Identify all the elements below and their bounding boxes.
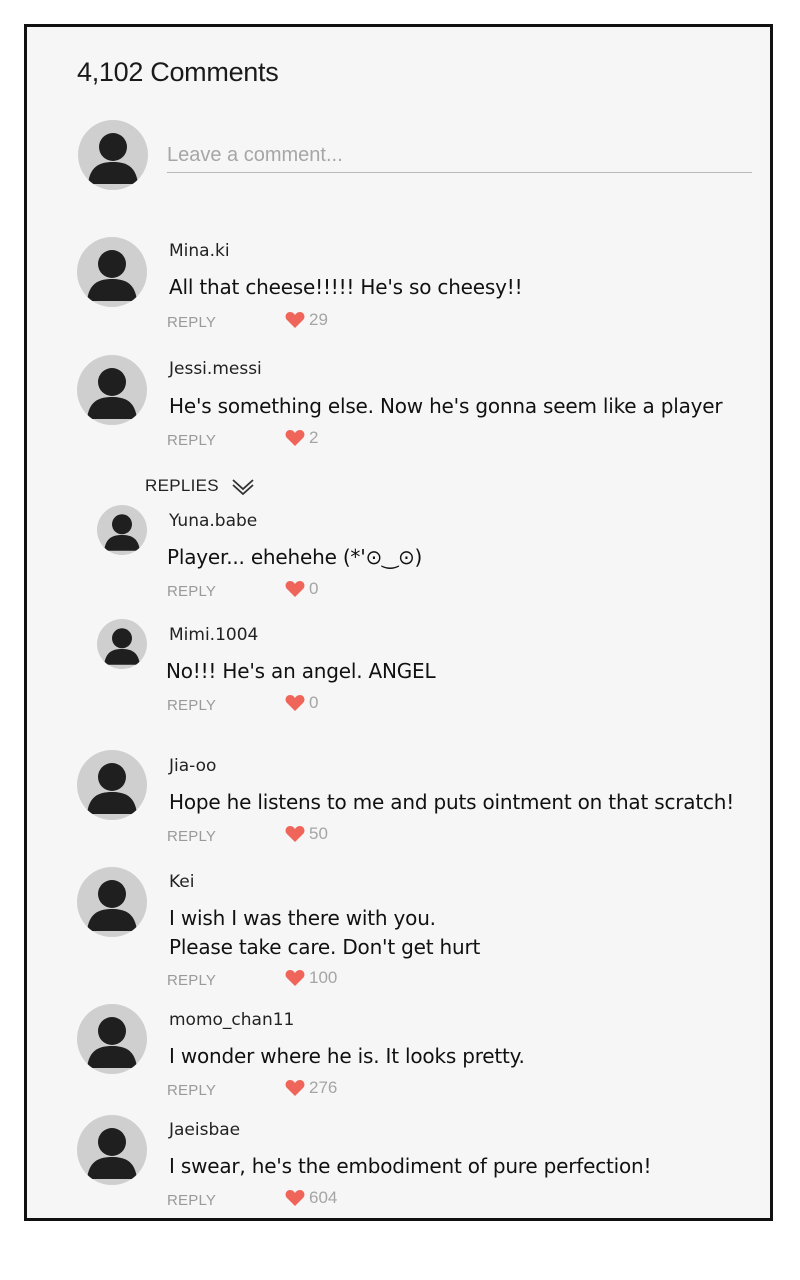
like-count: 276	[309, 1078, 338, 1097]
avatar[interactable]	[97, 619, 147, 669]
comment-username[interactable]: Jessi.messi	[169, 359, 262, 379]
like-button[interactable]: 276	[285, 1078, 337, 1098]
avatar[interactable]	[77, 867, 147, 937]
comment-username[interactable]: momo_chan11	[169, 1010, 294, 1030]
comment-text: Hope he listens to me and puts ointment …	[169, 790, 735, 814]
comment-text: All that cheese!!!!! He's so cheesy!!	[169, 275, 523, 299]
heart-icon	[285, 312, 305, 328]
reply-text: Player... ehehehe (*'⊙‿⊙)	[167, 545, 423, 569]
comments-panel: 4,102 Comments Mina.ki All that cheese!!…	[24, 24, 773, 1221]
comments-count-title: 4,102 Comments	[77, 57, 279, 87]
current-user-avatar	[78, 120, 148, 190]
replies-toggle[interactable]: REPLIES	[145, 476, 255, 496]
reply-username[interactable]: Yuna.babe	[169, 511, 257, 531]
reply-button[interactable]: REPLY	[167, 972, 216, 989]
person-silhouette-icon	[87, 1017, 137, 1068]
like-button[interactable]: 2	[285, 428, 318, 448]
replies-label: REPLIES	[145, 476, 219, 495]
heart-icon	[285, 581, 305, 597]
person-silhouette-icon	[87, 250, 137, 301]
person-silhouette-icon	[87, 368, 137, 419]
like-count: 0	[309, 579, 319, 598]
comment-text: I wonder where he is. It looks pretty.	[169, 1044, 525, 1068]
like-count: 0	[309, 693, 319, 712]
reply-button[interactable]: REPLY	[167, 1192, 216, 1209]
like-count: 604	[309, 1188, 338, 1207]
like-button[interactable]: 50	[285, 824, 328, 844]
heart-icon	[285, 1190, 305, 1206]
person-silhouette-icon	[104, 514, 140, 551]
reply-username[interactable]: Mimi.1004	[169, 625, 258, 645]
reply-button[interactable]: REPLY	[167, 314, 216, 331]
like-count: 29	[309, 310, 328, 329]
heart-icon	[285, 695, 305, 711]
comment-username[interactable]: Jia-oo	[169, 756, 216, 776]
comment-text: He's something else. Now he's gonna seem…	[169, 394, 723, 418]
avatar[interactable]	[77, 750, 147, 820]
reply-button[interactable]: REPLY	[167, 1082, 216, 1099]
comment-username[interactable]: Jaeisbae	[169, 1120, 240, 1140]
double-chevron-down-icon	[232, 479, 254, 495]
comment-text-line-1: I wish I was there with you.	[169, 906, 436, 930]
reply-button[interactable]: REPLY	[167, 697, 216, 714]
like-button[interactable]: 0	[285, 693, 318, 713]
like-count: 50	[309, 824, 328, 843]
comment-username[interactable]: Kei	[169, 872, 194, 892]
reply-button[interactable]: REPLY	[167, 432, 216, 449]
heart-icon	[285, 430, 305, 446]
person-silhouette-icon	[87, 880, 137, 931]
like-count: 100	[309, 968, 338, 987]
avatar[interactable]	[97, 505, 147, 555]
like-button[interactable]: 604	[285, 1188, 337, 1208]
like-button[interactable]: 100	[285, 968, 337, 988]
like-button[interactable]: 0	[285, 579, 318, 599]
person-silhouette-icon	[104, 628, 140, 665]
person-silhouette-icon	[87, 763, 137, 814]
comment-username[interactable]: Mina.ki	[169, 241, 230, 261]
avatar[interactable]	[77, 355, 147, 425]
person-silhouette-icon	[87, 1128, 137, 1179]
reply-button[interactable]: REPLY	[167, 828, 216, 845]
comment-input[interactable]	[167, 139, 752, 173]
comment-text: I swear, he's the embodiment of pure per…	[169, 1154, 652, 1178]
reply-text: No!!! He's an angel. ANGEL	[166, 659, 436, 683]
like-count: 2	[309, 428, 319, 447]
heart-icon	[285, 826, 305, 842]
person-silhouette-icon	[88, 133, 138, 184]
avatar[interactable]	[77, 1004, 147, 1074]
comment-text-line-2: Please take care. Don't get hurt	[169, 935, 481, 959]
reply-button[interactable]: REPLY	[167, 583, 216, 600]
like-button[interactable]: 29	[285, 310, 328, 330]
avatar[interactable]	[77, 1115, 147, 1185]
avatar[interactable]	[77, 237, 147, 307]
heart-icon	[285, 970, 305, 986]
heart-icon	[285, 1080, 305, 1096]
